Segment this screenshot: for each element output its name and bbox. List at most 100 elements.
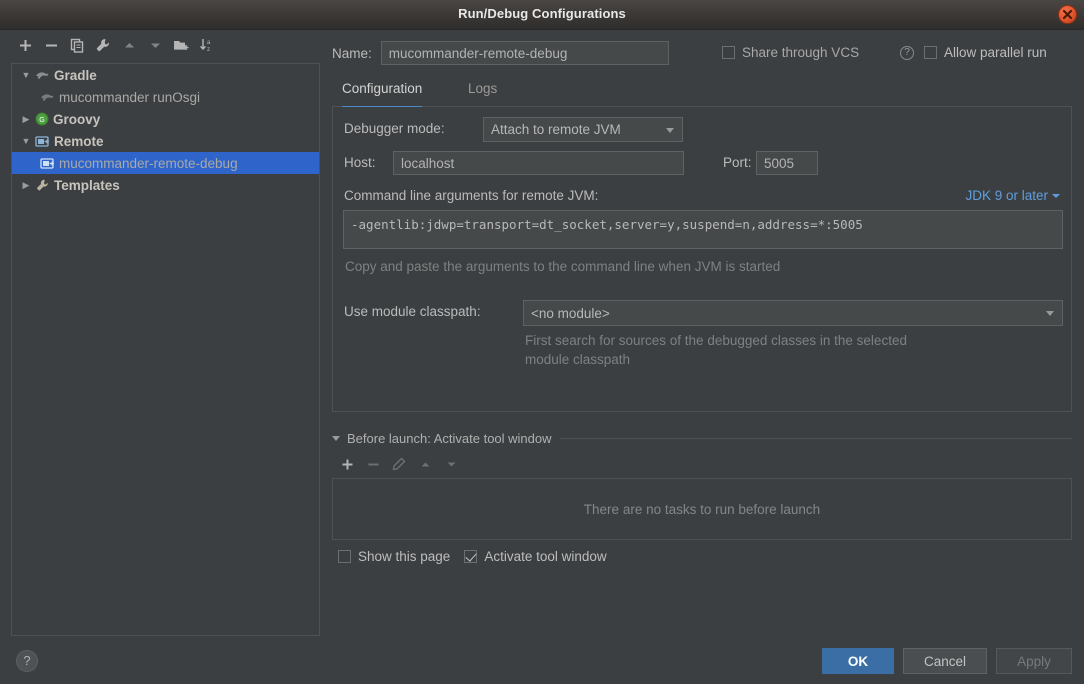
jdk-version-selector[interactable]: JDK 9 or later	[965, 188, 1060, 203]
debugger-mode-label: Debugger mode:	[344, 121, 445, 136]
move-down-icon[interactable]	[144, 34, 166, 56]
twisty-collapsed-icon[interactable]: ▶	[17, 114, 35, 124]
svg-text:z: z	[207, 47, 210, 53]
configurations-toolbar: a z	[0, 30, 332, 60]
command-line-arguments-hint: Copy and paste the arguments to the comm…	[345, 259, 781, 274]
module-classpath-hint-line1: First search for sources of the debugged…	[525, 333, 907, 348]
module-classpath-select[interactable]: <no module>	[523, 300, 1063, 326]
tree-item-gradle[interactable]: ▼ Gradle	[12, 64, 319, 86]
host-input[interactable]: localhost	[393, 151, 684, 175]
command-line-arguments-input[interactable]: -agentlib:jdwp=transport=dt_socket,serve…	[343, 210, 1063, 249]
close-glyph	[1062, 9, 1073, 20]
tree-item-templates[interactable]: ▶ Templates	[12, 174, 319, 196]
cancel-button-label: Cancel	[923, 653, 967, 669]
tree-item-remote[interactable]: ▼ Remote	[12, 130, 319, 152]
move-up-icon[interactable]	[118, 34, 140, 56]
remove-icon[interactable]	[40, 34, 62, 56]
remote-debug-icon	[40, 157, 55, 170]
command-line-arguments-label: Command line arguments for remote JVM:	[344, 188, 599, 203]
checkbox-box	[722, 46, 735, 59]
twisty-expanded-icon[interactable]	[332, 435, 340, 441]
move-up-icon	[414, 453, 436, 475]
add-icon[interactable]	[14, 34, 36, 56]
chevron-down-icon	[1052, 194, 1060, 199]
groovy-icon: G	[35, 112, 49, 126]
share-through-vcs-checkbox[interactable]: Share through VCS	[722, 45, 859, 60]
show-this-page-checkbox[interactable]: Show this page	[338, 549, 450, 564]
before-launch-title: Before launch: Activate tool window	[347, 430, 552, 446]
tree-item-label: Templates	[54, 177, 120, 193]
activate-tool-window-checkbox[interactable]: Activate tool window	[464, 549, 607, 564]
cancel-button[interactable]: Cancel	[903, 648, 987, 674]
allow-parallel-run-label: Allow parallel run	[944, 45, 1047, 60]
gradle-elephant-icon	[35, 69, 50, 82]
module-classpath-hint-line2: module classpath	[525, 352, 631, 367]
before-launch-divider	[559, 437, 1072, 439]
bottom-checkbox-row: Show this page Activate tool window	[338, 549, 607, 564]
tree-item-label: Groovy	[53, 111, 101, 127]
share-through-vcs-label: Share through VCS	[742, 45, 860, 60]
configuration-panel: Debugger mode: Attach to remote JVM Host…	[332, 107, 1072, 412]
window-title: Run/Debug Configurations	[458, 6, 626, 21]
checkbox-box	[924, 46, 937, 59]
before-launch-empty-text: There are no tasks to run before launch	[583, 501, 821, 517]
module-classpath-label: Use module classpath:	[344, 304, 481, 319]
title-bar: Run/Debug Configurations	[0, 0, 1084, 30]
remote-debug-icon	[35, 135, 50, 148]
close-icon[interactable]	[1058, 5, 1077, 24]
checkbox-box	[464, 550, 478, 563]
remove-icon	[362, 453, 384, 475]
name-input[interactable]: mucommander-remote-debug	[380, 41, 669, 65]
new-folder-icon[interactable]	[170, 34, 192, 56]
apply-button[interactable]: Apply	[996, 648, 1072, 674]
question-mark-icon[interactable]: ?	[16, 650, 38, 672]
add-icon[interactable]	[336, 453, 358, 475]
ok-button[interactable]: OK	[822, 648, 894, 674]
tree-item-label: mucommander-remote-debug	[59, 155, 238, 171]
tree-item-mucommander-runosgi[interactable]: mucommander runOsgi	[12, 86, 319, 108]
apply-button-label: Apply	[1017, 653, 1051, 669]
tree-item-label: Gradle	[54, 67, 97, 83]
tab-label: Logs	[468, 81, 498, 96]
move-down-icon	[440, 453, 462, 475]
tab-bar: Configuration Logs	[332, 76, 1072, 108]
name-input-value: mucommander-remote-debug	[388, 45, 568, 61]
host-label: Host:	[344, 155, 376, 170]
host-input-value: localhost	[401, 155, 455, 171]
tree-item-label: Remote	[54, 133, 104, 149]
chevron-down-icon	[666, 127, 674, 133]
port-label: Port:	[723, 155, 752, 170]
sort-alphabetically-icon[interactable]: a z	[196, 34, 218, 56]
edit-templates-icon[interactable]	[92, 34, 114, 56]
twisty-expanded-icon[interactable]: ▼	[17, 136, 35, 146]
run-debug-configurations-dialog: Run/Debug Configurations a z ▼ Gradle mu…	[0, 0, 1084, 684]
wrench-icon	[35, 178, 50, 192]
jdk-version-label: JDK 9 or later	[965, 188, 1048, 203]
question-mark-icon[interactable]: ?	[900, 46, 914, 60]
checkbox-box	[338, 550, 351, 563]
gradle-elephant-icon	[40, 91, 55, 104]
port-input-value: 5005	[764, 155, 795, 171]
tree-item-label: mucommander runOsgi	[59, 89, 201, 105]
port-input[interactable]: 5005	[756, 151, 818, 175]
tab-logs[interactable]: Logs	[468, 79, 497, 107]
debugger-mode-select[interactable]: Attach to remote JVM	[483, 117, 683, 142]
tab-label: Configuration	[342, 81, 423, 96]
tree-item-mucommander-remote-debug[interactable]: mucommander-remote-debug	[12, 152, 319, 174]
tab-configuration[interactable]: Configuration	[342, 79, 423, 108]
before-launch-header: Before launch: Activate tool window	[332, 429, 1072, 447]
twisty-collapsed-icon[interactable]: ▶	[17, 180, 35, 190]
copy-icon[interactable]	[66, 34, 88, 56]
configurations-tree[interactable]: ▼ Gradle mucommander runOsgi ▶ G Groovy …	[11, 63, 320, 636]
twisty-expanded-icon[interactable]: ▼	[17, 70, 35, 80]
show-this-page-label: Show this page	[358, 549, 451, 564]
name-label: Name:	[332, 45, 372, 61]
tree-item-groovy[interactable]: ▶ G Groovy	[12, 108, 319, 130]
module-classpath-value: <no module>	[531, 305, 610, 321]
allow-parallel-run-checkbox[interactable]: Allow parallel run	[924, 45, 1047, 60]
before-launch-tasks-list[interactable]: There are no tasks to run before launch	[332, 478, 1072, 540]
svg-text:G: G	[39, 117, 44, 124]
edit-icon	[388, 453, 410, 475]
svg-text:a: a	[207, 40, 211, 46]
ok-button-label: OK	[847, 653, 869, 669]
